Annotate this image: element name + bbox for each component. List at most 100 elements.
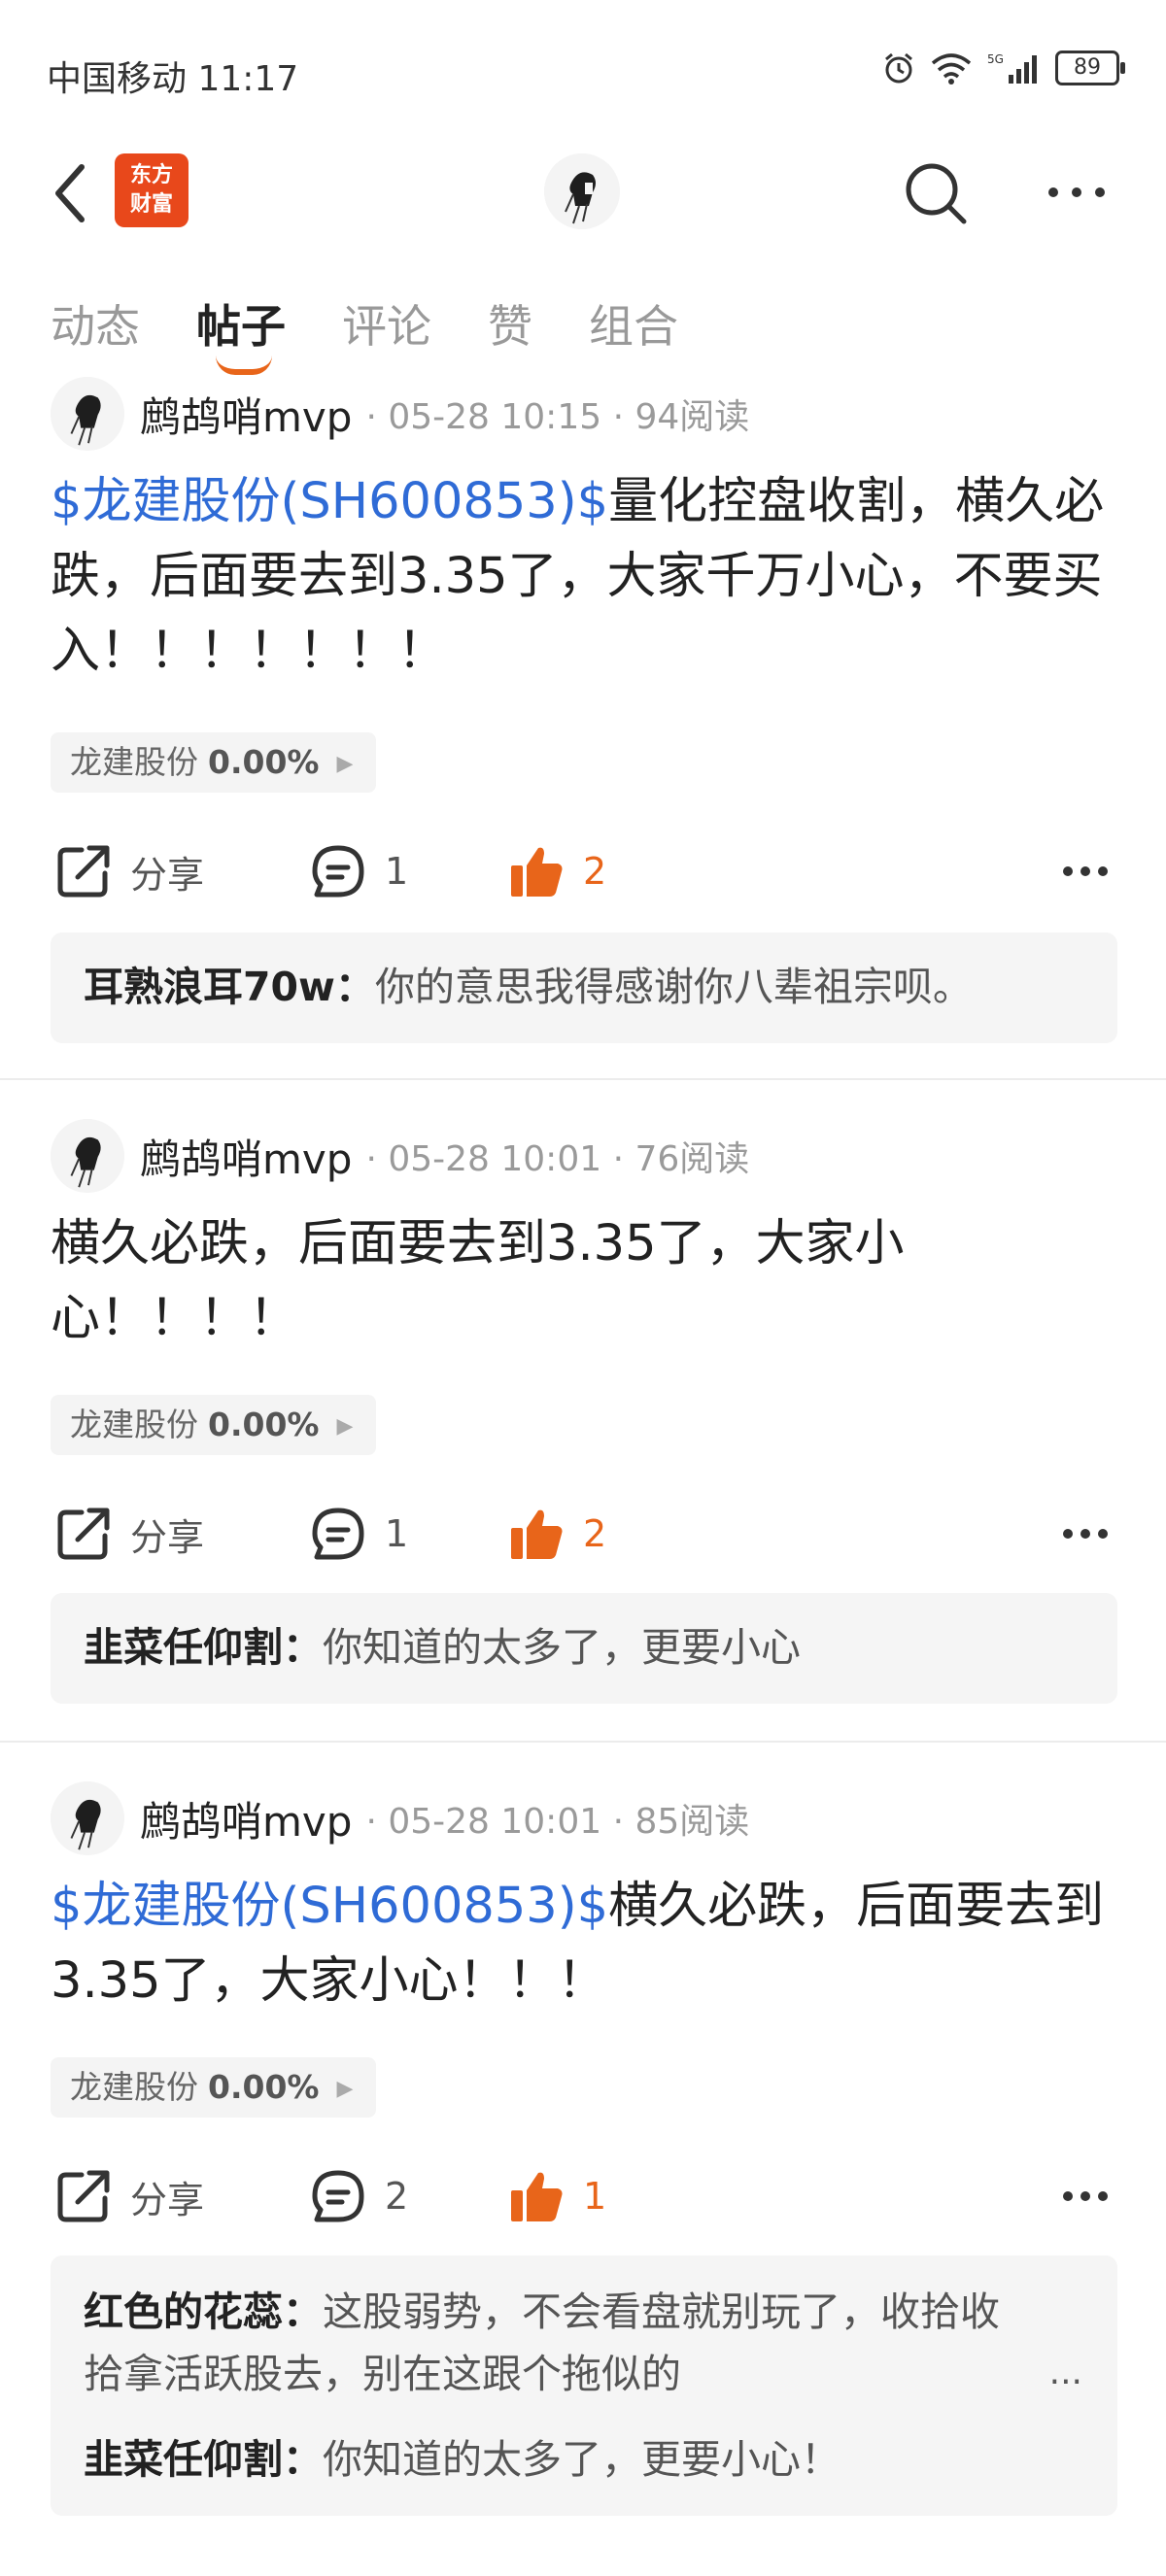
share-icon — [57, 845, 110, 898]
comment-item: 韭菜任仰割：你知道的太多了，更要小心！ — [84, 2432, 1084, 2487]
comment-count: 2 — [385, 2175, 409, 2218]
avatar-art-icon — [51, 1119, 124, 1193]
stock-tag-name: 龙建股份 — [70, 743, 198, 781]
share-icon — [57, 1508, 110, 1560]
battery-indicator: 89 — [1055, 51, 1125, 85]
comment-icon — [312, 1508, 364, 1560]
alarm-icon — [885, 52, 912, 84]
stock-tag[interactable]: 龙建股份 0.00% ▶ — [51, 732, 377, 793]
tab-dynamics[interactable]: 动态 — [51, 291, 140, 356]
like-button[interactable]: 2 — [507, 1500, 606, 1568]
tab-comments[interactable]: 评论 — [342, 291, 431, 356]
like-count: 1 — [583, 2175, 607, 2218]
comment-item: 耳熟浪耳70w：你的意思我得感谢你八辈祖宗呗。 — [84, 960, 1084, 1014]
author-name[interactable]: 鹧鸪哨mvp — [140, 1789, 352, 1848]
post-meta: · 05-28 10:15 · 94阅读 — [365, 397, 750, 437]
post-actions: 分享 1 2 — [0, 1500, 1166, 1568]
commenter-name[interactable]: 韭菜任仰割： — [84, 2436, 323, 2483]
stock-tag-change: 0.00% — [208, 1406, 320, 1443]
post-author-row: 鹧鸪哨mvp · 05-28 10:15 · 94阅读 — [51, 375, 749, 453]
wifi-icon — [931, 53, 972, 85]
expand-indicator[interactable]: ... — [1049, 2353, 1082, 2392]
share-button[interactable]: 分享 — [54, 837, 204, 905]
comment-icon — [312, 845, 364, 898]
avatar[interactable] — [51, 377, 124, 451]
avatar-art-icon — [51, 1781, 124, 1855]
thumbs-up-icon — [511, 1509, 563, 1559]
like-count: 2 — [583, 1512, 607, 1555]
network-label: 5G — [987, 52, 1004, 66]
share-icon — [57, 2170, 110, 2222]
like-count: 2 — [583, 850, 607, 893]
like-button[interactable]: 1 — [507, 2162, 606, 2230]
app-logo[interactable]: 东方 财富 — [115, 153, 189, 227]
comment-item: 韭菜任仰割：你知道的太多了，更要小心 — [84, 1620, 1084, 1675]
stock-tag-change: 0.00% — [208, 2068, 320, 2106]
stock-tag[interactable]: 龙建股份 0.00% ▶ — [51, 2057, 377, 2118]
profile-avatar[interactable] — [544, 153, 620, 229]
avatar[interactable] — [51, 1781, 124, 1855]
divider — [0, 1741, 1166, 1743]
divider — [0, 1078, 1166, 1080]
stock-tag-change: 0.00% — [208, 743, 320, 781]
carrier-time: 中国移动 11:17 — [47, 59, 299, 99]
caret-right-icon: ▶ — [336, 1413, 354, 1439]
caret-right-icon: ▶ — [336, 2076, 354, 2101]
post-actions: 分享 2 1 — [0, 2162, 1166, 2230]
commenter-name[interactable]: 红色的花蕊： — [84, 2288, 323, 2335]
comment-button[interactable]: 1 — [309, 1500, 408, 1568]
stock-tag-name: 龙建股份 — [70, 2068, 198, 2106]
comment-count: 1 — [385, 850, 409, 893]
commenter-name[interactable]: 韭菜任仰割： — [84, 1624, 323, 1671]
comment-text: 你知道的太多了，更要小心 — [323, 1624, 801, 1671]
avatar[interactable] — [51, 1119, 124, 1193]
logo-line-2: 财富 — [129, 192, 173, 217]
post-more-icon[interactable] — [1061, 2189, 1110, 2203]
thumbs-up-icon — [511, 2172, 563, 2221]
comment-button[interactable]: 1 — [309, 837, 408, 905]
post-author-row: 鹧鸪哨mvp · 05-28 10:01 · 85阅读 — [51, 1779, 749, 1857]
avatar-art-icon — [51, 377, 124, 451]
comment-icon — [312, 2170, 364, 2222]
share-label: 分享 — [130, 1515, 205, 1559]
comment-text: 你的意思我得感谢你八辈祖宗呗。 — [374, 964, 973, 1010]
comment-preview[interactable]: 红色的花蕊：这股弱势，不会看盘就别玩了，收拾收拾拿活跃股去，别在这跟个拖似的 .… — [51, 2255, 1117, 2516]
tab-likes[interactable]: 赞 — [488, 291, 532, 356]
status-bar: 中国移动 11:17 5G 89 — [0, 0, 1166, 146]
commenter-name[interactable]: 耳熟浪耳70w： — [84, 964, 375, 1010]
post-meta: · 05-28 10:01 · 85阅读 — [365, 1802, 750, 1842]
logo-line-1: 东方 — [129, 163, 173, 187]
search-icon[interactable] — [902, 159, 970, 227]
post-content[interactable]: $龙建股份(SH600853)$横久必跌，后面要去到3.35了，大家小心！！！ — [51, 1869, 1119, 2018]
post-content[interactable]: 横久必跌，后面要去到3.35了，大家小心！！！！ — [51, 1206, 983, 1356]
stock-link[interactable]: $龙建股份(SH600853)$ — [51, 1878, 608, 1935]
comment-preview[interactable]: 耳熟浪耳70w：你的意思我得感谢你八辈祖宗呗。 — [51, 932, 1117, 1043]
tab-portfolio[interactable]: 组合 — [589, 291, 678, 356]
post-content[interactable]: $龙建股份(SH600853)$量化控盘收割，横久必跌，后面要去到3.35了，大… — [51, 464, 1119, 689]
back-arrow-icon[interactable] — [49, 159, 91, 227]
thumbs-up-icon — [511, 847, 563, 897]
avatar-art-icon — [544, 153, 620, 229]
post-more-icon[interactable] — [1061, 864, 1110, 878]
share-button[interactable]: 分享 — [54, 1500, 204, 1568]
post-author-row: 鹧鸪哨mvp · 05-28 10:01 · 76阅读 — [51, 1117, 749, 1195]
comment-text: 你知道的太多了，更要小心！ — [323, 2436, 840, 2483]
share-button[interactable]: 分享 — [54, 2162, 204, 2230]
share-label: 分享 — [130, 853, 205, 897]
like-button[interactable]: 2 — [507, 837, 606, 905]
post-more-icon[interactable] — [1061, 1527, 1110, 1541]
comment-button[interactable]: 2 — [309, 2162, 408, 2230]
post-text: 横久必跌，后面要去到3.35了，大家小心！！！！ — [51, 1215, 905, 1347]
comment-preview[interactable]: 韭菜任仰割：你知道的太多了，更要小心 — [51, 1593, 1117, 1704]
stock-link[interactable]: $龙建股份(SH600853)$ — [51, 473, 608, 530]
tab-posts[interactable]: 帖子 — [196, 291, 286, 375]
stock-tag[interactable]: 龙建股份 0.00% ▶ — [51, 1395, 377, 1455]
caret-right-icon: ▶ — [336, 751, 354, 776]
author-name[interactable]: 鹧鸪哨mvp — [140, 1127, 352, 1186]
post-meta: · 05-28 10:01 · 76阅读 — [365, 1139, 750, 1179]
more-options-icon[interactable] — [1046, 175, 1108, 210]
comment-count: 1 — [385, 1512, 409, 1555]
comment-item: 红色的花蕊：这股弱势，不会看盘就别玩了，收拾收拾拿活跃股去，别在这跟个拖似的 — [84, 2281, 1036, 2405]
status-icons: 5G 89 — [882, 51, 1125, 85]
author-name[interactable]: 鹧鸪哨mvp — [140, 385, 352, 444]
